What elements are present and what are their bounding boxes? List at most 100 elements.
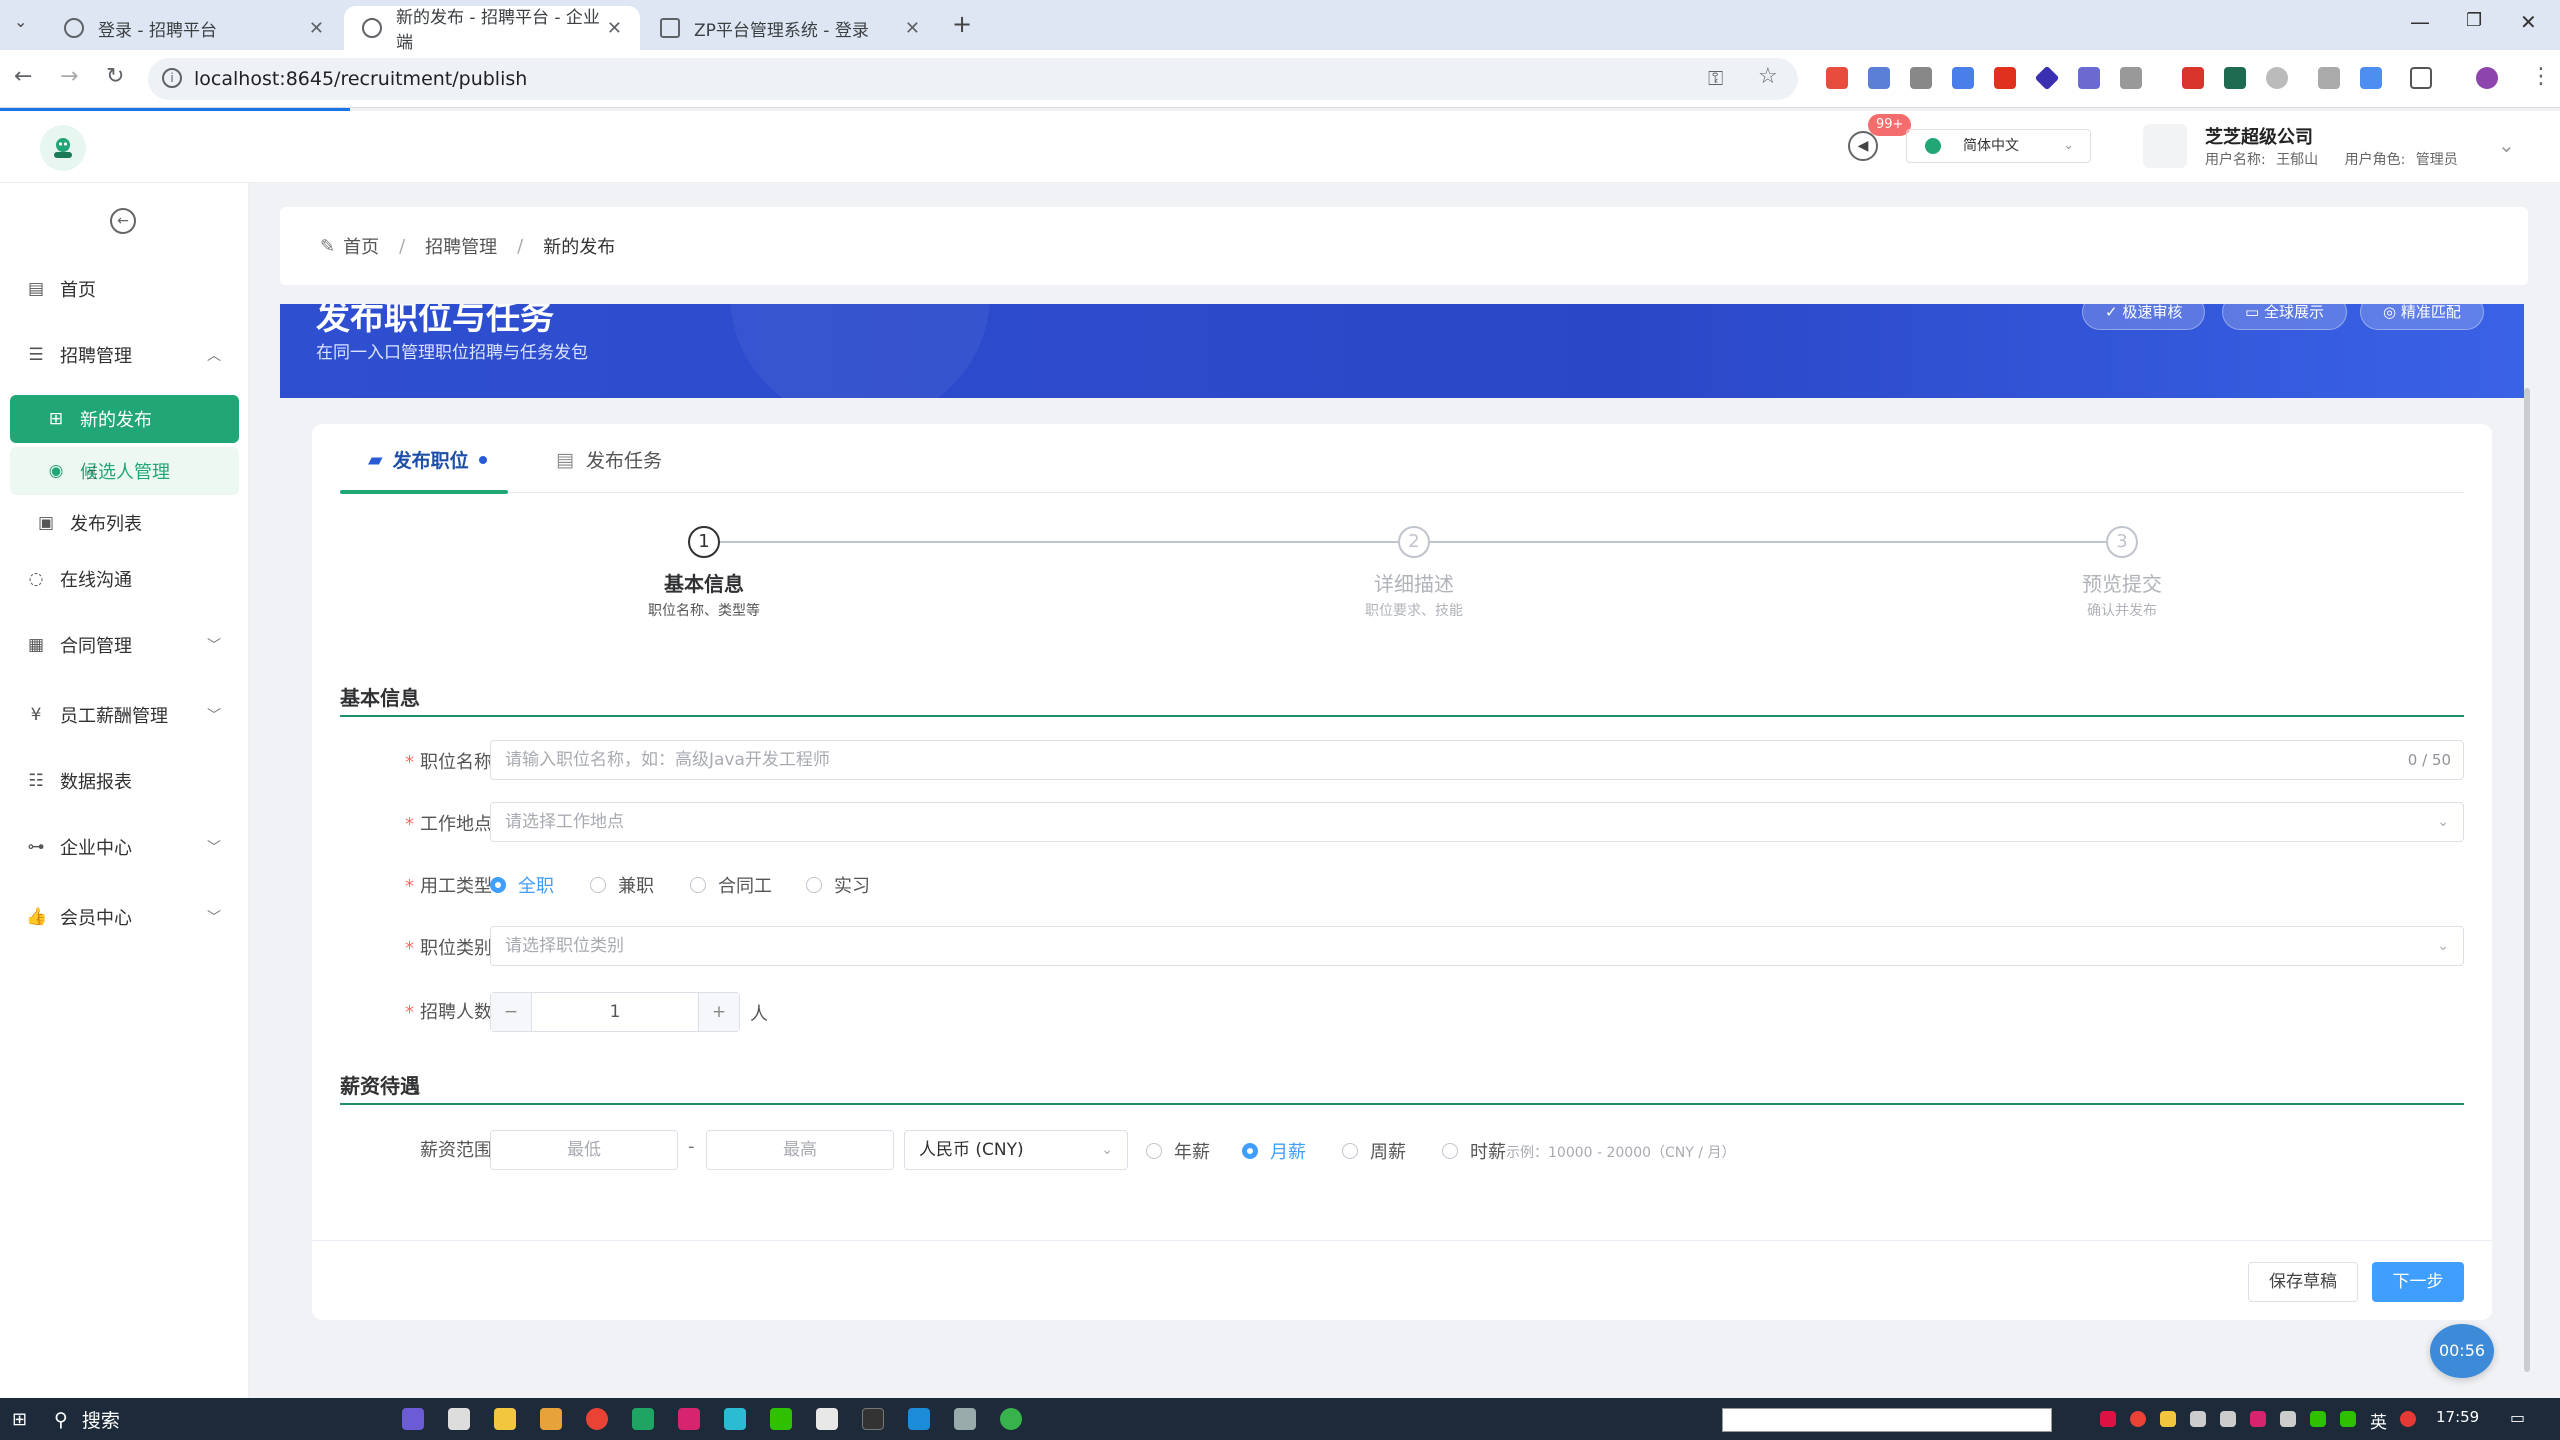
tab-publish-job[interactable]: ▰ 发布职位 bbox=[368, 446, 487, 473]
extension-icon[interactable] bbox=[2360, 67, 2382, 89]
timer-badge[interactable]: 00:56 bbox=[2430, 1324, 2494, 1378]
save-draft-button[interactable]: 保存草稿 bbox=[2248, 1262, 2358, 1302]
global-display-button[interactable]: ▭ 全球展示 bbox=[2222, 304, 2347, 330]
taskbar-app-icon[interactable] bbox=[402, 1408, 424, 1430]
close-tab-icon[interactable]: ✕ bbox=[309, 18, 324, 39]
forward-icon[interactable]: → bbox=[60, 64, 78, 89]
sidebar-item-reports[interactable]: ☷ 数据报表 bbox=[0, 757, 249, 805]
back-icon[interactable]: ← bbox=[14, 64, 32, 89]
notification-icon[interactable]: ◀ bbox=[1848, 131, 1878, 161]
tray-icon[interactable] bbox=[2190, 1411, 2206, 1427]
extension-icon[interactable] bbox=[1826, 67, 1848, 89]
language-select[interactable]: 简体中文 ⌄ bbox=[1906, 129, 2091, 163]
taskbar-app-icon[interactable] bbox=[448, 1408, 470, 1430]
radio-contract[interactable]: 合同工 bbox=[690, 872, 772, 898]
tray-icon[interactable] bbox=[2160, 1411, 2176, 1427]
ime-indicator[interactable]: 英 bbox=[2370, 1408, 2387, 1433]
sidebar-item-recruitment[interactable]: ☰ 招聘管理 ︿ bbox=[0, 331, 249, 379]
page-scrollbar[interactable] bbox=[2524, 388, 2530, 1372]
minimize-button[interactable]: — bbox=[2410, 10, 2430, 34]
radio-weekly[interactable]: 周薪 bbox=[1342, 1138, 1406, 1164]
close-tab-icon[interactable]: ✕ bbox=[607, 18, 622, 39]
taskbar-app-icon[interactable] bbox=[908, 1408, 930, 1430]
extension-icon[interactable] bbox=[2034, 65, 2060, 91]
headcount-value[interactable]: 1 bbox=[531, 993, 699, 1031]
sidebar-item-home[interactable]: ▤ 首页 bbox=[0, 265, 249, 313]
decrement-button[interactable]: − bbox=[491, 993, 531, 1031]
tray-icon[interactable] bbox=[2340, 1411, 2356, 1427]
sidebar-item-candidates[interactable]: ◉ 候选人管理 bbox=[10, 447, 239, 495]
taskbar-app-icon[interactable] bbox=[724, 1408, 746, 1430]
sidebar-item-chat[interactable]: ◌ 在线沟通 bbox=[0, 555, 249, 603]
browser-tab-admin[interactable]: ZP平台管理系统 - 登录 ✕ bbox=[642, 6, 938, 50]
reload-icon[interactable]: ↻ bbox=[106, 64, 124, 89]
user-avatar[interactable] bbox=[2143, 124, 2187, 168]
app-logo[interactable] bbox=[40, 125, 86, 171]
extension-icon[interactable] bbox=[1910, 67, 1932, 89]
radio-fulltime[interactable]: 全职 bbox=[490, 872, 554, 898]
taskbar-app-icon[interactable] bbox=[862, 1408, 884, 1430]
taskbar-input-box[interactable] bbox=[1722, 1408, 2052, 1432]
volume-icon[interactable] bbox=[2280, 1411, 2296, 1427]
extension-icon[interactable] bbox=[1868, 67, 1890, 89]
extension-icon[interactable] bbox=[1994, 67, 2016, 89]
sidebar-item-payroll[interactable]: ¥ 员工薪酬管理 ﹀ bbox=[0, 691, 249, 739]
taskbar-app-icon[interactable] bbox=[954, 1408, 976, 1430]
taskbar-app-icon[interactable] bbox=[494, 1408, 516, 1430]
tray-icon[interactable] bbox=[2100, 1411, 2116, 1427]
browser-tab-login[interactable]: 登录 - 招聘平台 ✕ bbox=[46, 6, 342, 50]
salary-min-input[interactable]: 最低 bbox=[490, 1130, 678, 1170]
close-window-button[interactable]: ✕ bbox=[2520, 10, 2537, 34]
breadcrumb-recruitment[interactable]: 招聘管理 bbox=[425, 233, 497, 259]
extension-icon[interactable] bbox=[2120, 67, 2142, 89]
increment-button[interactable]: + bbox=[699, 993, 739, 1031]
sidebar-item-contracts[interactable]: ▦ 合同管理 ﹀ bbox=[0, 621, 249, 669]
fast-review-button[interactable]: ✓ 极速审核 bbox=[2082, 304, 2206, 330]
radio-intern[interactable]: 实习 bbox=[806, 872, 870, 898]
camera-icon[interactable] bbox=[2318, 67, 2340, 89]
password-key-icon[interactable]: ⚿ bbox=[1708, 66, 1723, 90]
taskbar-clock[interactable]: 17:59 bbox=[2436, 1408, 2479, 1426]
tray-icon[interactable] bbox=[2400, 1411, 2416, 1427]
taskbar-app-icon[interactable] bbox=[816, 1408, 838, 1430]
browser-tab-publish[interactable]: 新的发布 - 招聘平台 - 企业端 ✕ bbox=[344, 6, 640, 53]
tray-icon[interactable] bbox=[2220, 1411, 2236, 1427]
new-tab-button[interactable]: + bbox=[952, 10, 972, 38]
close-tab-icon[interactable]: ✕ bbox=[905, 18, 920, 39]
taskbar-app-icon[interactable] bbox=[678, 1408, 700, 1430]
extension-icon[interactable] bbox=[2266, 67, 2288, 89]
location-select[interactable]: 请选择工作地点 ⌄ bbox=[490, 802, 2464, 842]
collapse-sidebar-icon[interactable]: ← bbox=[110, 208, 136, 234]
job-name-input[interactable]: 请输入职位名称，如：高级Java开发工程师 0 / 50 bbox=[490, 740, 2464, 780]
pdf-extension-icon[interactable] bbox=[2182, 67, 2204, 89]
browser-menu-icon[interactable]: ⋮ bbox=[2530, 64, 2552, 89]
category-select[interactable]: 请选择职位类别 ⌄ bbox=[490, 926, 2464, 966]
taskbar-app-icon[interactable] bbox=[1000, 1408, 1022, 1430]
radio-monthly[interactable]: 月薪 bbox=[1242, 1138, 1306, 1164]
sidebar-item-enterprise[interactable]: ⊶ 企业中心 ﹀ bbox=[0, 823, 249, 871]
taskbar-app-icon[interactable] bbox=[632, 1408, 654, 1430]
taskbar-wechat-icon[interactable] bbox=[770, 1408, 792, 1430]
notification-center-icon[interactable]: ▭ bbox=[2510, 1408, 2525, 1427]
radio-parttime[interactable]: 兼职 bbox=[590, 872, 654, 898]
currency-select[interactable]: 人民币 (CNY) ⌄ bbox=[904, 1130, 1128, 1170]
extension-icon[interactable] bbox=[1952, 67, 1974, 89]
tab-list-button[interactable]: ⌄ bbox=[14, 12, 27, 31]
tray-icon[interactable] bbox=[2130, 1411, 2146, 1427]
tray-icon[interactable] bbox=[2250, 1411, 2266, 1427]
next-step-button[interactable]: 下一步 bbox=[2372, 1262, 2464, 1302]
extensions-puzzle-icon[interactable] bbox=[2410, 67, 2432, 89]
extension-icon[interactable] bbox=[2078, 67, 2100, 89]
tray-wechat-icon[interactable] bbox=[2310, 1411, 2326, 1427]
taskbar-app-icon[interactable] bbox=[540, 1408, 562, 1430]
user-menu-chevron-icon[interactable]: ⌄ bbox=[2498, 133, 2515, 157]
precise-match-button[interactable]: ◎ 精准匹配 bbox=[2360, 304, 2484, 330]
sidebar-item-publish-list[interactable]: ▣ 发布列表 bbox=[0, 499, 249, 547]
restore-button[interactable]: ❐ bbox=[2466, 10, 2482, 31]
taskbar-chrome-icon[interactable] bbox=[586, 1408, 608, 1430]
salary-max-input[interactable]: 最高 bbox=[706, 1130, 894, 1170]
breadcrumb-home[interactable]: 首页 bbox=[343, 233, 379, 259]
sidebar-item-new-publish[interactable]: ⊞ 新的发布 bbox=[10, 395, 239, 443]
address-bar[interactable]: i localhost:8645/recruitment/publish ⚿ ☆ bbox=[148, 58, 1798, 100]
radio-hourly[interactable]: 时薪 bbox=[1442, 1138, 1506, 1164]
